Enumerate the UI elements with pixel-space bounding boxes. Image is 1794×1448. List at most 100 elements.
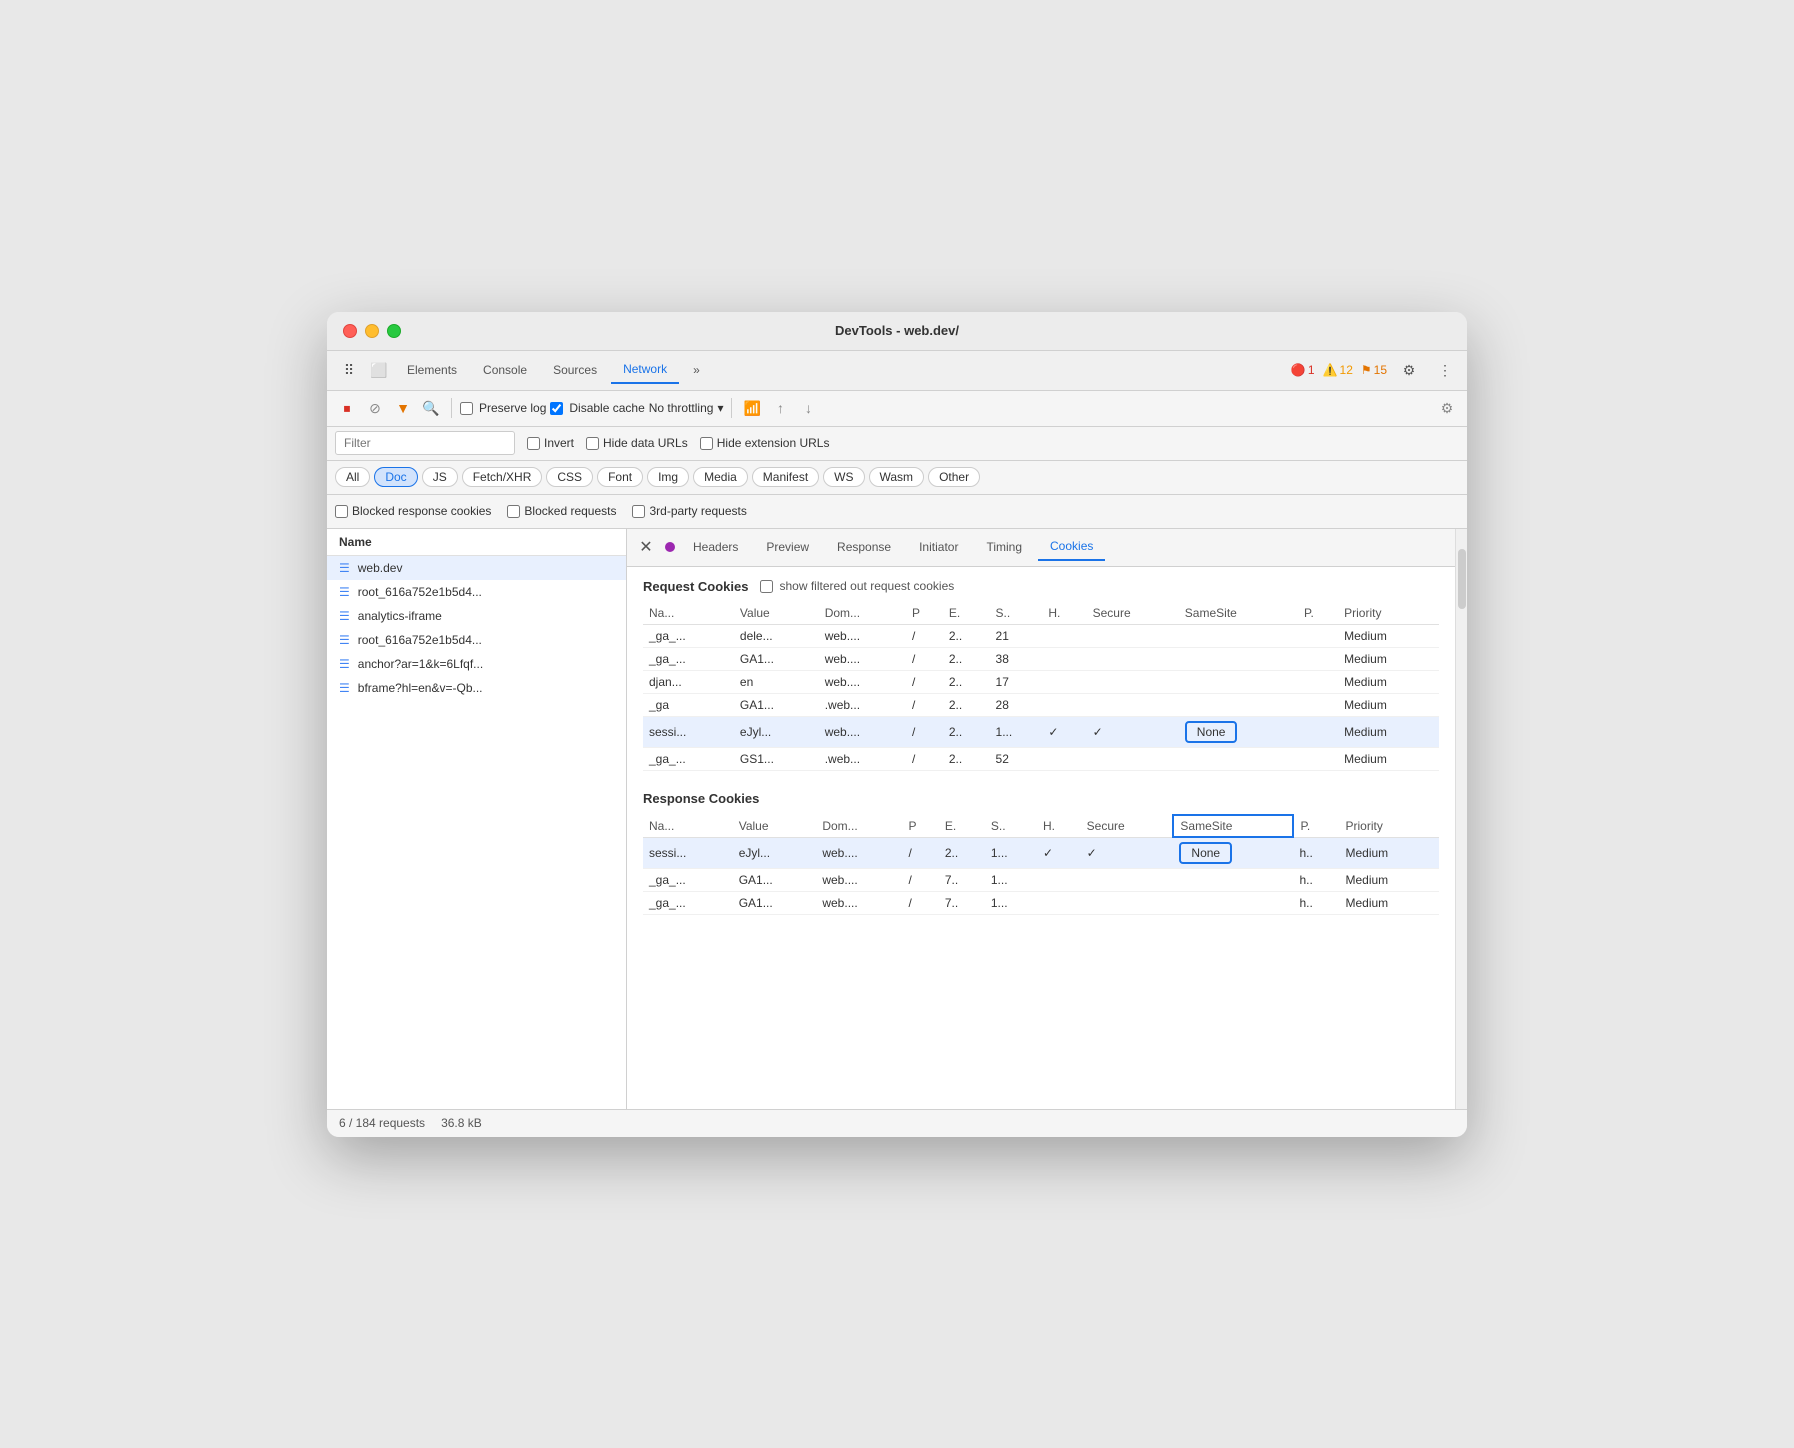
table-row[interactable]: sessi... eJyl... web.... / 2.. 1... ✓ ✓ … bbox=[643, 837, 1439, 869]
type-btn-all[interactable]: All bbox=[335, 467, 370, 487]
hide-data-urls-input[interactable] bbox=[586, 437, 599, 450]
clear-button[interactable]: ⊘ bbox=[363, 396, 387, 420]
col-domain: Dom... bbox=[819, 602, 906, 625]
type-btn-doc[interactable]: Doc bbox=[374, 467, 417, 487]
detail-tab-headers[interactable]: Headers bbox=[681, 534, 750, 560]
network-toolbar: ⏹ ⊘ ▼ 🔍 Preserve log Disable cache No th… bbox=[327, 391, 1467, 427]
col-priority: Priority bbox=[1338, 602, 1439, 625]
type-btn-media[interactable]: Media bbox=[693, 467, 748, 487]
third-party-input[interactable] bbox=[632, 505, 645, 518]
maximize-button[interactable] bbox=[387, 324, 401, 338]
filter-icon[interactable]: ▼ bbox=[391, 396, 415, 420]
scrollbar-thumb[interactable] bbox=[1458, 549, 1466, 609]
invert-checkbox[interactable]: Invert bbox=[527, 436, 574, 450]
toolbar-separator-2 bbox=[731, 398, 732, 418]
resp-col-size: S.. bbox=[985, 815, 1037, 838]
col-value: Value bbox=[734, 602, 819, 625]
requests-count: 6 / 184 requests bbox=[339, 1116, 425, 1130]
tab-more[interactable]: » bbox=[681, 357, 712, 383]
detail-tab-initiator[interactable]: Initiator bbox=[907, 534, 970, 560]
table-row[interactable]: djan... en web.... / 2.. 17 Medium bbox=[643, 670, 1439, 693]
titlebar: DevTools - web.dev/ bbox=[327, 312, 1467, 351]
search-icon[interactable]: 🔍 bbox=[419, 396, 443, 420]
cursor-icon[interactable]: ⠿ bbox=[335, 356, 363, 384]
minimize-button[interactable] bbox=[365, 324, 379, 338]
type-btn-manifest[interactable]: Manifest bbox=[752, 467, 819, 487]
table-row[interactable]: _ga_... dele... web.... / 2.. 21 Medium bbox=[643, 624, 1439, 647]
close-button[interactable] bbox=[343, 324, 357, 338]
table-row[interactable]: _ga_... GA1... web.... / 7.. 1... h.. Me… bbox=[643, 869, 1439, 892]
disable-cache-input[interactable] bbox=[550, 402, 563, 415]
sidebar-item-root1[interactable]: ☰ root_616a752e1b5d4... bbox=[327, 580, 626, 604]
type-btn-img[interactable]: Img bbox=[647, 467, 689, 487]
settings-icon[interactable]: ⚙ bbox=[1395, 356, 1423, 384]
table-row[interactable]: _ga_... GA1... web.... / 7.. 1... h.. Me… bbox=[643, 892, 1439, 915]
devtools-tabs-right: 🔴 1 ⚠️ 12 ⚑ 15 ⚙ ⋮ bbox=[1291, 356, 1459, 384]
detail-content: Request Cookies show filtered out reques… bbox=[627, 567, 1455, 1109]
detail-tabbar: ✕ Headers Preview Response Initiator Tim… bbox=[627, 529, 1455, 567]
type-btn-wasm[interactable]: Wasm bbox=[869, 467, 925, 487]
tab-sources[interactable]: Sources bbox=[541, 357, 609, 383]
request-cookies-table: Na... Value Dom... P E. S.. H. Secure Sa… bbox=[643, 602, 1439, 771]
preserve-log-input[interactable] bbox=[460, 402, 473, 415]
detail-tab-cookies[interactable]: Cookies bbox=[1038, 533, 1105, 561]
type-btn-ws[interactable]: WS bbox=[823, 467, 864, 487]
hide-ext-urls-checkbox[interactable]: Hide extension URLs bbox=[700, 436, 830, 450]
table-row[interactable]: _ga GA1... .web... / 2.. 28 Medium bbox=[643, 693, 1439, 716]
devtools-tabbar: ⠿ ⬜ Elements Console Sources Network » 🔴… bbox=[327, 351, 1467, 391]
col-expires: E. bbox=[943, 602, 990, 625]
tab-elements[interactable]: Elements bbox=[395, 357, 469, 383]
error-icon: 🔴 bbox=[1291, 363, 1306, 377]
show-filtered: show filtered out request cookies bbox=[760, 579, 954, 593]
download-icon[interactable]: ↓ bbox=[796, 396, 820, 420]
show-filtered-checkbox[interactable] bbox=[760, 580, 773, 593]
sidebar-item-anchor[interactable]: ☰ anchor?ar=1&k=6Lfqf... bbox=[327, 652, 626, 676]
type-filter-bar: All Doc JS Fetch/XHR CSS Font Img Media … bbox=[327, 461, 1467, 495]
preserve-log-checkbox[interactable]: Preserve log bbox=[460, 401, 546, 415]
doc-icon-5: ☰ bbox=[339, 657, 350, 671]
type-btn-css[interactable]: CSS bbox=[546, 467, 593, 487]
hide-ext-urls-input[interactable] bbox=[700, 437, 713, 450]
scrollbar[interactable] bbox=[1455, 529, 1467, 1109]
third-party-checkbox[interactable]: 3rd-party requests bbox=[632, 504, 746, 518]
sidebar-item-bframe[interactable]: ☰ bframe?hl=en&v=-Qb... bbox=[327, 676, 626, 700]
sidebar-item-root2[interactable]: ☰ root_616a752e1b5d4... bbox=[327, 628, 626, 652]
blocked-cookies-input[interactable] bbox=[335, 505, 348, 518]
device-icon[interactable]: ⬜ bbox=[365, 356, 393, 384]
detail-tab-response[interactable]: Response bbox=[825, 534, 903, 560]
sidebar-item-webdev[interactable]: ☰ web.dev bbox=[327, 556, 626, 580]
devtools-window: DevTools - web.dev/ ⠿ ⬜ Elements Console… bbox=[327, 312, 1467, 1137]
sidebar-item-analytics[interactable]: ☰ analytics-iframe bbox=[327, 604, 626, 628]
resp-col-partition: P. bbox=[1293, 815, 1339, 838]
close-detail-button[interactable]: ✕ bbox=[635, 536, 657, 558]
chevron-down-icon: ▾ bbox=[717, 401, 723, 415]
blocked-cookies-checkbox[interactable]: Blocked response cookies bbox=[335, 504, 491, 518]
type-btn-other[interactable]: Other bbox=[928, 467, 980, 487]
blocked-requests-input[interactable] bbox=[507, 505, 520, 518]
filter-input[interactable] bbox=[335, 431, 515, 455]
doc-icon-4: ☰ bbox=[339, 633, 350, 647]
type-btn-font[interactable]: Font bbox=[597, 467, 643, 487]
upload-icon[interactable]: ↑ bbox=[768, 396, 792, 420]
wifi-icon[interactable]: 📶 bbox=[740, 396, 764, 420]
hide-data-urls-checkbox[interactable]: Hide data URLs bbox=[586, 436, 688, 450]
col-httponly: H. bbox=[1042, 602, 1086, 625]
type-btn-fetchxhr[interactable]: Fetch/XHR bbox=[462, 467, 543, 487]
invert-input[interactable] bbox=[527, 437, 540, 450]
type-btn-js[interactable]: JS bbox=[422, 467, 458, 487]
table-row[interactable]: _ga_... GA1... web.... / 2.. 38 Medium bbox=[643, 647, 1439, 670]
disable-cache-checkbox[interactable]: Disable cache bbox=[550, 401, 644, 415]
sidebar-header: Name bbox=[327, 529, 626, 556]
throttle-dropdown[interactable]: No throttling ▾ bbox=[649, 401, 724, 415]
network-settings-icon[interactable]: ⚙ bbox=[1435, 396, 1459, 420]
record-button[interactable]: ⏹ bbox=[335, 396, 359, 420]
blocked-requests-checkbox[interactable]: Blocked requests bbox=[507, 504, 616, 518]
tab-console[interactable]: Console bbox=[471, 357, 539, 383]
more-icon[interactable]: ⋮ bbox=[1431, 356, 1459, 384]
detail-tab-timing[interactable]: Timing bbox=[974, 534, 1034, 560]
col-samesite: SameSite bbox=[1179, 602, 1298, 625]
table-row[interactable]: _ga_... GS1... .web... / 2.. 52 Medium bbox=[643, 747, 1439, 770]
table-row[interactable]: sessi... eJyl... web.... / 2.. 1... ✓ ✓ … bbox=[643, 716, 1439, 747]
detail-tab-preview[interactable]: Preview bbox=[754, 534, 821, 560]
tab-network[interactable]: Network bbox=[611, 356, 679, 384]
